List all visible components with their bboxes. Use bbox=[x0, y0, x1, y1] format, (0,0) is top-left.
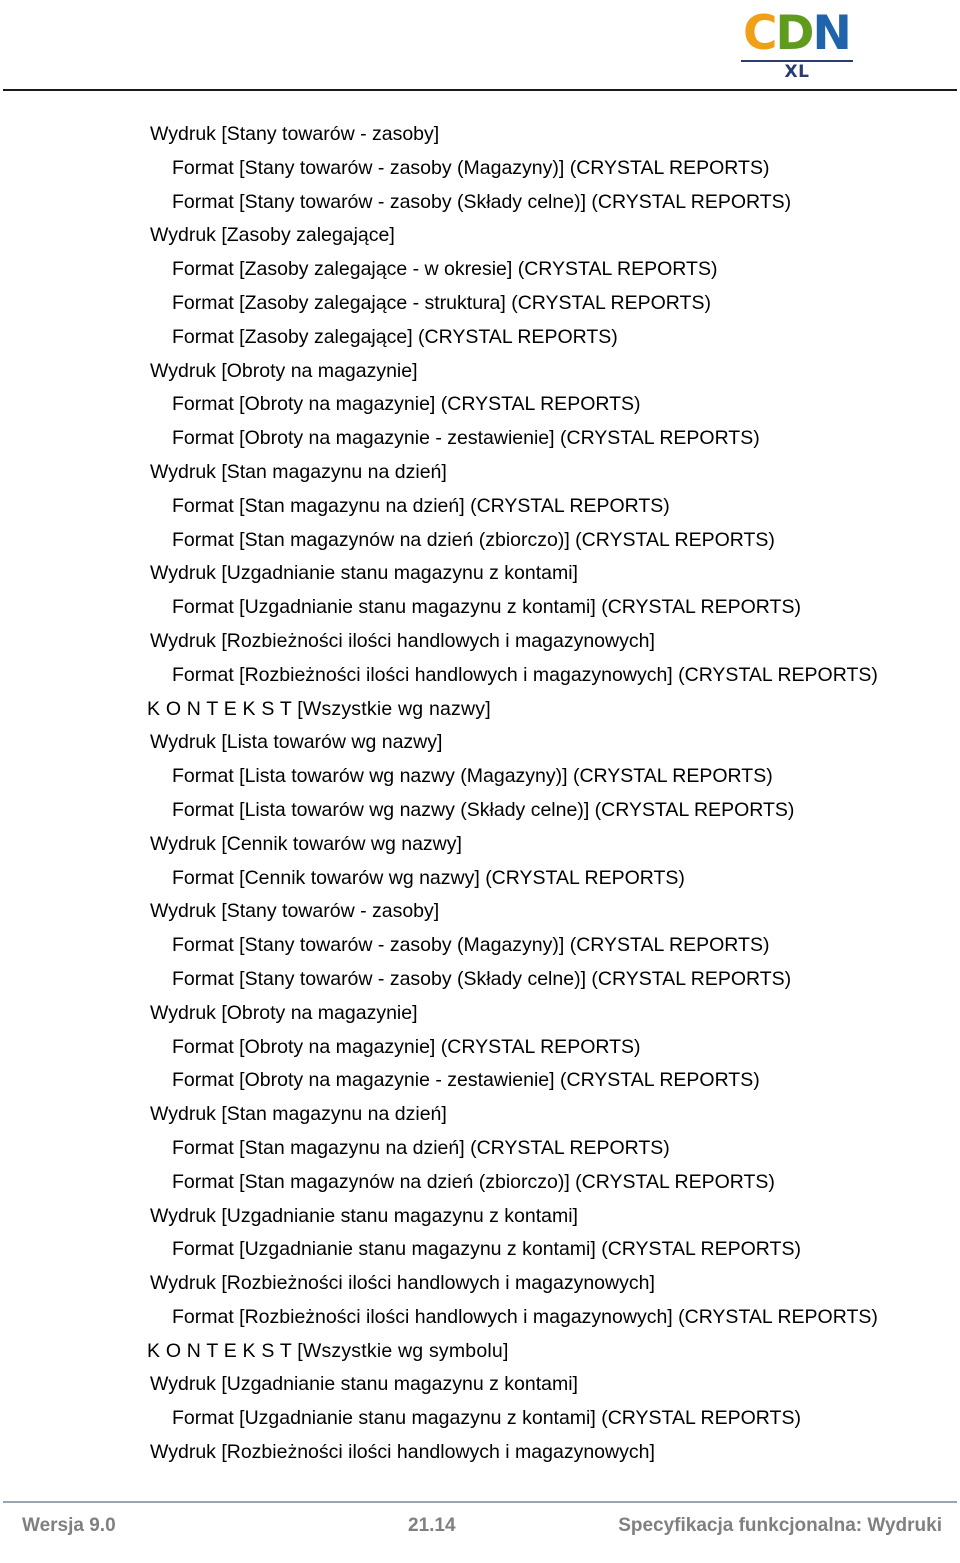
format-line: Format [Lista towarów wg nazwy (Magazyny… bbox=[172, 765, 773, 788]
wydruk-line: Wydruk [Uzgadnianie stanu magazynu z kon… bbox=[150, 1204, 578, 1227]
logo-letter-d: D bbox=[775, 6, 815, 61]
logo-letter-c: C bbox=[743, 6, 777, 61]
format-line: Format [Rozbieżności ilości handlowych i… bbox=[172, 1305, 878, 1328]
wydruk-line: Wydruk [Zasoby zalegające] bbox=[150, 224, 395, 247]
wydruk-line: Wydruk [Rozbieżności ilości handlowych i… bbox=[150, 629, 655, 652]
format-line: Format [Stan magazynów na dzień (zbiorcz… bbox=[172, 1170, 775, 1193]
format-line: Format [Uzgadnianie stanu magazynu z kon… bbox=[172, 1238, 801, 1261]
format-line: Format [Zasoby zalegające] (CRYSTAL REPO… bbox=[172, 325, 618, 348]
wydruk-line: Wydruk [Obroty na magazynie] bbox=[150, 359, 418, 382]
wydruk-line: Wydruk [Lista towarów wg nazwy] bbox=[150, 731, 443, 754]
document-page: CDN XL Wydruk [Stany towarów - zasoby] Fo… bbox=[0, 0, 960, 1563]
cdn-xl-logo: CDN XL bbox=[735, 8, 863, 84]
wydruk-line: Wydruk [Uzgadnianie stanu magazynu z kon… bbox=[150, 1373, 578, 1396]
format-line: Format [Lista towarów wg nazwy (Składy c… bbox=[172, 798, 795, 821]
logo-wordmark: CDN bbox=[743, 6, 852, 61]
wydruk-line: Wydruk [Rozbieżności ilości handlowych i… bbox=[150, 1272, 655, 1295]
logo-subtitle: XL bbox=[784, 62, 810, 82]
wydruk-line: Wydruk [Rozbieżności ilości handlowych i… bbox=[150, 1441, 655, 1464]
format-line: Format [Stany towarów - zasoby (Magazyny… bbox=[172, 934, 770, 957]
format-line: Format [Obroty na magazynie - zestawieni… bbox=[172, 1069, 760, 1092]
footer-row: Wersja 9.0 21.14 Specyfikacja funkcjonal… bbox=[0, 1513, 960, 1545]
logo-letter-n: N bbox=[812, 6, 852, 61]
page-footer: Wersja 9.0 21.14 Specyfikacja funkcjonal… bbox=[0, 1493, 960, 1563]
format-line: Format [Stany towarów - zasoby (Magazyny… bbox=[172, 156, 770, 179]
format-line: Format [Zasoby zalegające - struktura] (… bbox=[172, 291, 711, 314]
wydruk-line: Wydruk [Stany towarów - zasoby] bbox=[150, 900, 440, 923]
footer-document-title: Specyfikacja funkcjonalna: Wydruki bbox=[618, 1515, 942, 1536]
format-line: Format [Uzgadnianie stanu magazynu z kon… bbox=[172, 596, 801, 619]
format-line: Format [Stan magazynu na dzień] (CRYSTAL… bbox=[172, 494, 670, 517]
context-line: K O N T E K S T [Wszystkie wg nazwy] bbox=[147, 697, 491, 720]
format-line: Format [Obroty na magazynie] (CRYSTAL RE… bbox=[172, 393, 641, 416]
footer-divider bbox=[3, 1501, 957, 1503]
wydruk-line: Wydruk [Stan magazynu na dzień] bbox=[150, 460, 447, 483]
footer-page-number: 21.14 bbox=[408, 1515, 456, 1536]
header-divider bbox=[3, 89, 957, 91]
wydruk-line: Wydruk [Stan magazynu na dzień] bbox=[150, 1103, 447, 1126]
format-line: Format [Stan magazynów na dzień (zbiorcz… bbox=[172, 528, 775, 551]
wydruk-line: Wydruk [Cennik towarów wg nazwy] bbox=[150, 832, 462, 855]
format-line: Format [Stany towarów - zasoby (Składy c… bbox=[172, 967, 792, 990]
wydruk-line: Wydruk [Uzgadnianie stanu magazynu z kon… bbox=[150, 562, 578, 585]
format-line: Format [Uzgadnianie stanu magazynu z kon… bbox=[172, 1407, 801, 1430]
wydruk-line: Wydruk [Obroty na magazynie] bbox=[150, 1001, 418, 1024]
report-list: Wydruk [Stany towarów - zasoby] Format [S… bbox=[0, 118, 960, 1470]
wydruk-line: Wydruk [Stany towarów - zasoby] bbox=[150, 123, 440, 145]
format-line: Format [Stany towarów - zasoby (Składy c… bbox=[172, 190, 792, 213]
footer-version: Wersja 9.0 bbox=[22, 1515, 116, 1536]
format-line: Format [Rozbieżności ilości handlowych i… bbox=[172, 663, 878, 686]
format-line: Format [Zasoby zalegające - w okresie] (… bbox=[172, 258, 718, 281]
format-line: Format [Obroty na magazynie] (CRYSTAL RE… bbox=[172, 1035, 641, 1058]
format-line: Format [Obroty na magazynie - zestawieni… bbox=[172, 427, 760, 450]
format-line: Format [Cennik towarów wg nazwy] (CRYSTA… bbox=[172, 866, 685, 889]
format-line: Format [Stan magazynu na dzień] (CRYSTAL… bbox=[172, 1136, 670, 1159]
context-line: K O N T E K S T [Wszystkie wg symbolu] bbox=[147, 1339, 509, 1362]
page-header: CDN XL bbox=[0, 0, 960, 92]
